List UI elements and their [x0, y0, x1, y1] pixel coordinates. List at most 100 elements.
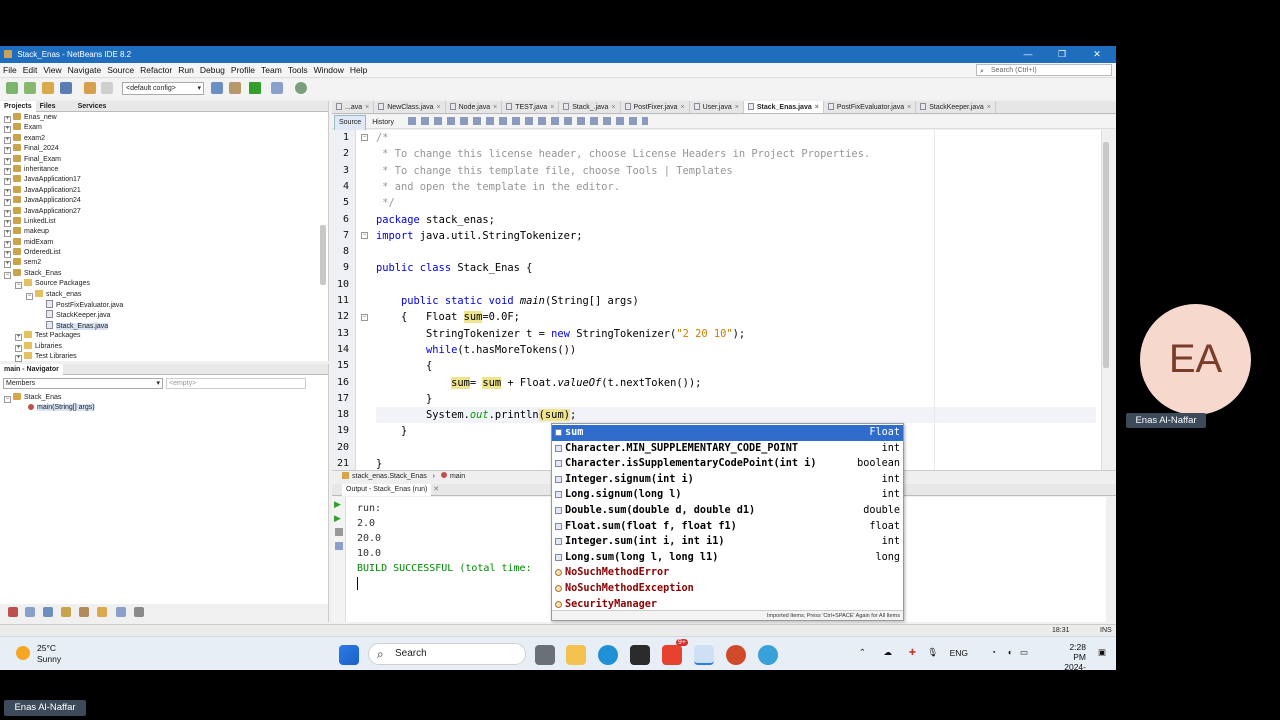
tree-item[interactable]: + Final_Exam	[0, 154, 328, 165]
editor-tab[interactable]: Stack_.java ×	[559, 101, 621, 113]
expand-toggle-icon[interactable]: +	[4, 167, 11, 175]
tree-item[interactable]: + LinkedList	[0, 216, 328, 227]
menu-team[interactable]: Team	[258, 63, 285, 78]
filter-icon[interactable]	[79, 607, 89, 617]
close-icon[interactable]: ×	[680, 104, 684, 111]
expand-toggle-icon[interactable]: +	[4, 251, 11, 259]
language-indicator[interactable]: ENG	[950, 648, 968, 658]
tree-item[interactable]: + Test Packages	[0, 331, 328, 342]
expand-toggle-icon[interactable]: +	[4, 209, 11, 217]
battery-icon[interactable]: ▭	[1020, 647, 1028, 658]
config-select[interactable]: <default config> ▾	[122, 82, 204, 95]
notifications-icon[interactable]: ▣	[1098, 647, 1106, 658]
filter-icon[interactable]	[25, 607, 35, 617]
collapse-icon[interactable]: −	[4, 396, 11, 403]
fold-toggle-icon[interactable]: −	[361, 134, 368, 141]
menu-refactor[interactable]: Refactor	[137, 63, 175, 78]
rerun-icon[interactable]: ▶	[334, 513, 341, 524]
navigator-item[interactable]: main(String[] args)	[4, 403, 95, 413]
tab-files[interactable]: Files	[36, 101, 60, 112]
microphone-icon[interactable]: 🎙	[927, 647, 938, 658]
clock[interactable]: 2:28 PM2024-05-16	[1064, 642, 1086, 670]
tree-item[interactable]: − Stack_Enas	[0, 268, 328, 279]
editor-tab[interactable]: PostFixer.java ×	[621, 101, 690, 113]
close-icon[interactable]: ×	[611, 104, 615, 111]
navigator-item[interactable]: − Stack_Enas	[4, 393, 95, 403]
maximize-button[interactable]: ❐	[1045, 46, 1079, 63]
tree-item[interactable]: + Exam	[0, 123, 328, 134]
editor-action-icons[interactable]	[407, 117, 648, 125]
tree-item[interactable]: − stack_enas	[0, 289, 328, 300]
tree-item[interactable]: + JavaApplication27	[0, 206, 328, 217]
menu-edit[interactable]: Edit	[20, 63, 41, 78]
expand-toggle-icon[interactable]: +	[4, 116, 11, 123]
completion-item[interactable]: Long.sum(long l, long l1) long	[552, 550, 903, 566]
tree-item[interactable]: + OrderedList	[0, 248, 328, 259]
run-icon[interactable]	[249, 82, 261, 94]
windows-start-icon[interactable]	[339, 645, 359, 665]
expand-toggle-icon[interactable]: +	[15, 354, 22, 362]
code-completion-popup[interactable]: sum Float Character.MIN_SUPPLEMENTARY_CODE…	[551, 423, 904, 621]
editor-tab[interactable]: Stack_Enas.java ×	[743, 101, 824, 113]
close-icon[interactable]: ×	[987, 104, 991, 111]
expand-toggle-icon[interactable]: −	[15, 282, 22, 290]
expand-toggle-icon[interactable]: +	[4, 240, 11, 248]
expand-toggle-icon[interactable]: −	[26, 292, 33, 300]
breadcrumb-class[interactable]: stack_enas.Stack_Enas	[352, 473, 427, 480]
expand-toggle-icon[interactable]: +	[4, 178, 11, 186]
editor-tab[interactable]: NewClass.java ×	[374, 101, 446, 113]
menu-run[interactable]: Run	[175, 63, 197, 78]
editor-tab[interactable]: Node.java ×	[446, 101, 503, 113]
close-icon[interactable]: ×	[907, 104, 911, 111]
editor-tab[interactable]: StackKeeper.java ×	[916, 101, 996, 113]
scroll-thumb[interactable]	[1103, 142, 1109, 368]
expand-toggle-icon[interactable]: +	[4, 261, 11, 269]
tree-item[interactable]: + exam2	[0, 133, 328, 144]
new-file-icon[interactable]	[24, 82, 36, 94]
expand-toggle-icon[interactable]: +	[4, 136, 11, 144]
debug-icon[interactable]	[271, 82, 283, 94]
close-icon[interactable]: ✕	[433, 486, 439, 493]
editor-tab[interactable]: ...ava ×	[332, 101, 375, 113]
tab-output[interactable]: Output - Stack_Enas (run)	[342, 484, 432, 496]
tree-item[interactable]: + JavaApplication17	[0, 175, 328, 186]
navigator-title[interactable]: main - Navigator	[0, 364, 63, 375]
completion-item[interactable]: Double.sum(double d, double d1) double	[552, 503, 903, 519]
task-view-icon[interactable]	[535, 645, 555, 665]
expand-toggle-icon[interactable]: +	[4, 199, 11, 207]
expand-toggle-icon[interactable]: +	[4, 147, 11, 155]
tree-item[interactable]: + Enas_new	[0, 113, 328, 123]
tree-item[interactable]: PostFixEvaluator.java	[0, 300, 328, 310]
expand-toggle-icon[interactable]: +	[4, 126, 11, 134]
tree-item[interactable]: Stack_Enas.java	[0, 320, 328, 331]
open-project-icon[interactable]	[42, 82, 54, 94]
completion-item[interactable]: Character.MIN_SUPPLEMENTARY_CODE_POINT in…	[552, 441, 903, 457]
quick-search-input[interactable]: ⌕ Search (Ctrl+I)	[976, 64, 1112, 76]
tree-item[interactable]: + Final_2024	[0, 144, 328, 155]
profile-icon[interactable]	[295, 82, 307, 94]
expand-toggle-icon[interactable]: +	[4, 230, 11, 238]
breadcrumb-method[interactable]: main	[450, 473, 465, 480]
tree-scrollbar[interactable]	[320, 225, 326, 285]
app-icon[interactable]: 9+	[662, 639, 688, 665]
filter-icon[interactable]	[61, 607, 71, 617]
tree-item[interactable]: + inheritance	[0, 164, 328, 175]
sort-icon[interactable]	[116, 607, 126, 617]
menu-profile[interactable]: Profile	[228, 63, 258, 78]
close-icon[interactable]: ×	[735, 104, 739, 111]
tree-item[interactable]: StackKeeper.java	[0, 310, 328, 320]
completion-item[interactable]: NoSuchMethodError	[552, 565, 903, 581]
chevron-up-icon[interactable]: ⌃	[859, 647, 866, 658]
filter-icon[interactable]	[97, 607, 107, 617]
minimize-button[interactable]: —	[1011, 46, 1045, 63]
wifi-icon[interactable]: ◔	[991, 647, 996, 657]
filter-icon[interactable]	[43, 607, 53, 617]
tree-item[interactable]: + JavaApplication21	[0, 185, 328, 196]
filter-icon[interactable]	[8, 607, 18, 617]
expand-toggle-icon[interactable]: +	[15, 344, 22, 352]
clean-build-icon[interactable]	[229, 82, 241, 94]
expand-toggle-icon[interactable]: −	[4, 271, 11, 279]
file-explorer-icon[interactable]	[566, 645, 586, 665]
tree-item[interactable]: + makeup	[0, 227, 328, 238]
expand-toggle-icon[interactable]: +	[15, 334, 22, 342]
